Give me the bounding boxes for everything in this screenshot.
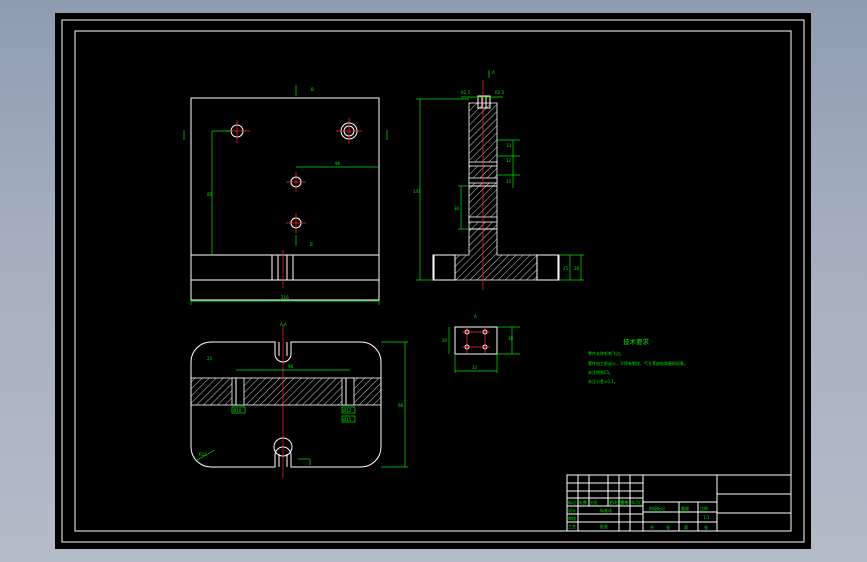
detail-height-dim: 20	[442, 338, 448, 343]
title-block-cell-4: 签名	[620, 499, 628, 505]
side-top-right-dim: R2.5	[495, 90, 505, 95]
title-block-cell-6: 设计	[568, 507, 576, 513]
bottom-hole-right-2-dim: Ø15	[343, 417, 352, 422]
tech-req-line-1: 零件去除毛刺飞边。	[588, 350, 624, 356]
bottom-view-section-label: A-A	[280, 322, 287, 327]
top-width-dim: 216	[281, 295, 289, 300]
bottom-hole-right-1-dim: Ø12	[343, 408, 352, 413]
top-view-section-label-bottom: B	[310, 242, 313, 247]
title-block-cell-12: 工艺	[568, 524, 576, 529]
bottom-view	[190, 325, 408, 478]
top-view-section-label: B	[311, 87, 314, 92]
side-mid-3-dim: 10	[506, 179, 512, 184]
side-view-section-label: A	[492, 70, 495, 75]
detail-view	[448, 326, 520, 373]
side-view	[416, 70, 584, 290]
side-total-height-dim: 141	[413, 189, 421, 194]
title-block-cell-0: 标记	[568, 499, 576, 505]
bottom-width-dim: 96	[288, 364, 294, 369]
title-block-cell-13: 批准	[600, 523, 608, 529]
bottom-height-dim: 98	[398, 403, 404, 408]
title-block-cell-14: 共	[650, 524, 654, 530]
title-block-cell-18: 1:1	[703, 515, 710, 520]
tech-requirements-title: 技术要求	[623, 337, 650, 346]
side-base-1-dim: 25	[563, 266, 569, 271]
detail-r-dim: 10	[508, 336, 514, 341]
title-block-cell-1: 处数	[579, 499, 587, 505]
top-hole-offset-dim: 96	[335, 161, 341, 166]
side-base-2-dim: 38	[574, 266, 580, 271]
title-block-cell-2: 分区	[590, 499, 598, 505]
title-block-cell-10: 比例	[700, 505, 708, 511]
detail-width-dim: 32	[472, 365, 478, 370]
top-height-dim: 85	[207, 192, 213, 197]
bottom-hole-left-dim: Ø10	[233, 408, 242, 413]
title-block	[566, 474, 792, 532]
cad-drawing-viewport[interactable]: B B 216 85 96 A 141 R2.5 R2.5 13 12 10 3…	[55, 13, 811, 549]
top-view	[183, 85, 388, 305]
side-top-left-dim: R2.5	[461, 90, 471, 95]
title-block-cell-11: 审核	[568, 515, 576, 521]
inner-frame	[74, 30, 792, 532]
title-block-cell-8: 阶段标记	[649, 505, 665, 511]
bottom-radius-dim: R15	[199, 452, 207, 457]
title-block-cell-5: 年月日	[631, 499, 643, 505]
side-slot-dim: 30	[454, 206, 460, 211]
side-mid-2-dim: 12	[506, 158, 512, 163]
outer-frame	[61, 19, 805, 543]
detail-view-label: A	[474, 314, 477, 319]
bottom-left-dim: 25	[207, 356, 213, 361]
title-block-cell-9: 重量	[681, 505, 689, 511]
title-block-cell-16: 第	[684, 524, 688, 530]
tech-req-line-2: 零件加工前退火，不得有裂纹、气孔等缺陷和磨损现象。	[588, 360, 688, 366]
side-mid-1-dim: 13	[506, 143, 512, 148]
title-block-cell-15: 张	[666, 524, 670, 530]
title-block-cell-17: 张	[704, 524, 708, 530]
tech-req-line-4: 未注公差±0.1。	[588, 378, 618, 384]
title-block-cell-7: 标准化	[600, 507, 612, 513]
tech-req-line-3: 未注倒角C1。	[588, 369, 613, 375]
